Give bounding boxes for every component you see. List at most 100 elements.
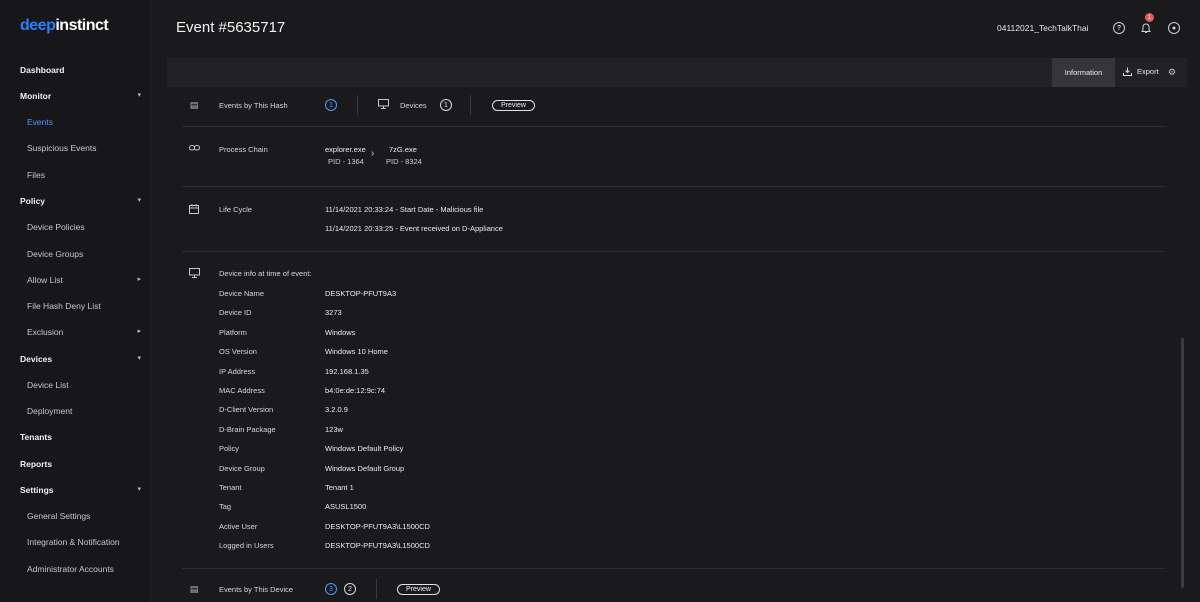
device-events-count[interactable]: 2 [344,583,356,595]
help-icon[interactable]: ? [1113,22,1125,34]
chevron-right-icon[interactable]: ▸ [137,275,141,283]
device-field-value: 3.2.0.9 [325,405,348,415]
user-icon[interactable]: ● [1168,22,1180,34]
section-divider [182,251,1165,252]
device-events-count-blue[interactable]: 3 [325,583,337,595]
sidebar-item-device-groups[interactable]: Device Groups [0,245,151,263]
device-field-label: Device ID [219,308,252,318]
sidebar-item-deployment[interactable]: Deployment [0,402,151,420]
monitor-glyph [188,268,200,278]
preview-button[interactable]: Preview [397,584,440,595]
sidebar-item-devices[interactable]: Devices ▾ [0,350,151,368]
sidebar-item-label: Integration & Notification [27,537,120,547]
sidebar-item-label: Dashboard [20,65,65,75]
tab-information[interactable]: Information [1052,58,1115,87]
sidebar-item-label: Suspicious Events [27,143,97,153]
event-toolbar: Information Export ⚙ [167,58,1187,87]
preview-button[interactable]: Preview [492,100,535,111]
divider [470,95,471,115]
sidebar-item-label: Events [27,117,53,127]
device-field-label: Active User [219,521,258,531]
sidebar-item-tenants[interactable]: Tenants [0,428,151,446]
export-button[interactable]: Export [1123,67,1159,76]
monitor-glyph [377,99,389,109]
device-field-label: OS Version [219,347,257,357]
sidebar-item-label: Exclusion [27,327,64,337]
sidebar-item-integration-notification[interactable]: Integration & Notification [0,533,151,551]
section-divider [182,186,1165,187]
list-icon: ▤ [189,584,199,594]
export-label: Export [1137,67,1159,76]
sidebar-item-device-list[interactable]: Device List [0,376,151,394]
parent-process-name[interactable]: explorer.exe [325,145,366,154]
device-field-value: DESKTOP-PFUT9A3\L1500CD [325,521,430,531]
parent-process-pid: PID - 1364 [328,157,364,166]
sidebar-item-label: Devices [20,354,53,364]
logo-part-instinct: instinct [55,17,109,34]
sidebar-item-exclusion[interactable]: Exclusion ▸ [0,323,151,341]
chevron-down-icon[interactable]: ▾ [137,196,141,204]
sidebar-item-label: Tenants [20,432,52,442]
sidebar-item-label: Monitor [20,91,52,101]
device-field-value: DESKTOP-PFUT9A3\L1500CD [325,541,430,551]
sidebar-item-label: Policy [20,196,46,206]
gear-icon[interactable]: ⚙ [1168,67,1176,78]
device-field-value: ASUSL1500 [325,502,367,512]
chevron-down-icon[interactable]: ▾ [137,91,141,99]
sidebar-item-administrator-accounts[interactable]: Administrator Accounts [0,560,151,578]
device-field-value: 123w [325,424,343,434]
chevron-down-icon[interactable]: ▾ [137,354,141,362]
sidebar-item-files[interactable]: Files [0,166,151,184]
sidebar-item-general-settings[interactable]: General Settings [0,507,151,525]
sidebar-item-label: Allow List [27,275,63,285]
device-field-label: D-Brain Package [219,424,276,434]
sidebar-item-monitor[interactable]: Monitor ▾ [0,87,151,105]
process-chain-label: Process Chain [219,145,268,154]
logo-part-deep: deep [20,17,56,34]
scrollbar[interactable] [1181,338,1184,588]
sidebar-item-device-policies[interactable]: Device Policies [0,218,151,236]
child-process-name[interactable]: 7zG.exe [389,145,417,154]
device-field-label: Device Name [219,289,265,298]
download-icon [1123,67,1132,76]
sidebar-item-allow-list[interactable]: Allow List ▸ [0,271,151,289]
device-field-value: b4:0e:de:12:9c:74 [325,386,386,395]
devices-count[interactable]: 1 [440,99,452,111]
sidebar-item-label: Reports [20,459,53,469]
device-field-value: 3273 [325,308,342,318]
device-field-label: MAC Address [219,386,265,395]
sidebar-item-events[interactable]: Events [0,113,151,131]
sidebar-item-label: File Hash Deny List [27,301,101,311]
bell-icon[interactable] [1140,22,1152,34]
link-icon [188,144,200,154]
deep-instinct-logo[interactable]: deepinstinct [20,17,109,35]
sidebar-item-suspicious-events[interactable]: Suspicious Events [0,139,151,157]
device-field-value: Windows [325,327,356,337]
sidebar-item-dashboard[interactable]: Dashboard [0,61,151,79]
device-info-heading: Device info at time of event: [219,269,312,278]
account-name[interactable]: 04112021_TechTalkThai [997,23,1089,33]
device-field-label: Device Group [219,463,265,473]
hash-events-count[interactable]: 1 [325,99,337,111]
sidebar: deepinstinct Dashboard Monitor ▾ Events Susp… [0,0,151,602]
device-field-label: IP Address [219,366,256,376]
sidebar-item-reports[interactable]: Reports [0,455,151,473]
sidebar-item-file-hash-deny-list[interactable]: File Hash Deny List [0,297,151,315]
events-by-device-label: Events by This Device [219,585,294,594]
device-field-value: Tenant 1 [325,483,354,492]
sidebar-item-settings[interactable]: Settings ▾ [0,481,151,499]
chevron-right-icon[interactable]: ▸ [137,327,141,335]
device-field-value: Windows Default Policy [325,444,404,454]
device-field-label: Tag [219,502,232,512]
life-cycle-event: 11/14/2021 20:33:24 - Start Date - Malic… [325,205,484,214]
life-cycle-event: 11/14/2021 20:33:25 - Event received on … [325,224,503,233]
sidebar-item-policy[interactable]: Policy ▾ [0,192,151,210]
notification-badge: 1 [1145,13,1154,22]
sidebar-item-label: Device List [27,380,69,390]
section-divider [182,568,1165,569]
sidebar-item-label: Files [27,170,45,180]
chevron-down-icon[interactable]: ▾ [137,485,141,493]
sidebar-item-label: Administrator Accounts [27,564,114,574]
device-field-value: Windows Default Group [325,463,405,473]
life-cycle-label: Life Cycle [219,205,252,214]
